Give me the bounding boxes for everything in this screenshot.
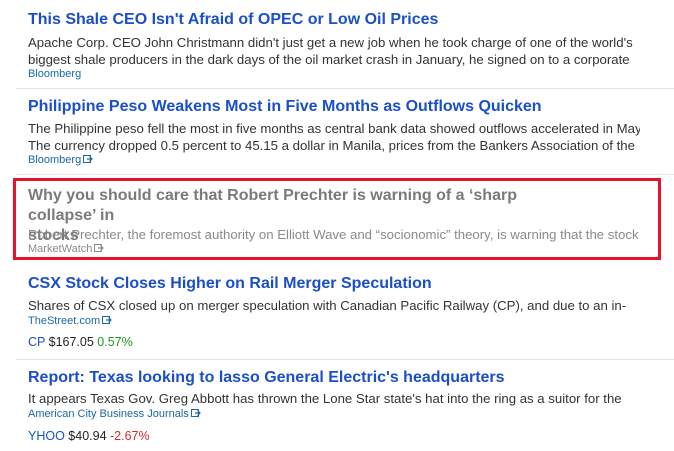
- news-title[interactable]: Philippine Peso Weakens Most in Five Mon…: [28, 97, 650, 117]
- stock-ticker[interactable]: CP: [28, 335, 45, 349]
- news-source[interactable]: Bloomberg: [28, 153, 94, 168]
- news-snippet: Shares of CSX closed up on merger specul…: [28, 297, 640, 314]
- source-label: Bloomberg: [28, 68, 82, 80]
- stock-quote: CP $167.05 0.57%: [28, 334, 133, 350]
- news-source[interactable]: Bloomberg: [28, 67, 81, 81]
- external-link-icon: [83, 154, 94, 168]
- news-title[interactable]: This Shale CEO Isn't Afraid of OPEC or L…: [28, 10, 650, 30]
- stock-change: -2.67%: [110, 429, 150, 443]
- source-label: Bloomberg: [28, 154, 82, 166]
- snippet-line: Shares of CSX closed up on merger specul…: [28, 298, 627, 313]
- source-label: TheStreet.com: [28, 315, 101, 327]
- snippet-line: The currency dropped 0.5 percent to 45.1…: [28, 138, 635, 153]
- snippet-line: biggest shale producers in the dark days…: [28, 52, 630, 67]
- stock-change: 0.57%: [97, 335, 133, 349]
- divider: [16, 359, 674, 360]
- stock-ticker[interactable]: YHOO: [28, 429, 65, 443]
- snippet-line: The Philippine peso fell the most in fiv…: [28, 121, 640, 136]
- snippet-line: It appears Texas Gov. Greg Abbott has th…: [28, 391, 622, 406]
- stock-price: $167.05: [48, 335, 94, 349]
- news-snippet: The Philippine peso fell the most in fiv…: [28, 120, 640, 154]
- news-source[interactable]: TheStreet.com: [28, 314, 112, 329]
- stock-price: $40.94: [68, 429, 107, 443]
- stock-quote: YHOO $40.94 -2.67%: [28, 428, 150, 444]
- external-link-icon: [102, 315, 112, 329]
- source-label: American City Business Journals: [28, 408, 189, 420]
- divider: [16, 174, 674, 175]
- news-snippet: It appears Texas Gov. Greg Abbott has th…: [28, 390, 640, 407]
- highlight-box: [13, 178, 661, 260]
- news-title[interactable]: CSX Stock Closes Higher on Rail Merger S…: [28, 274, 650, 294]
- divider: [16, 88, 674, 89]
- news-snippet: Apache Corp. CEO John Christmann didn't …: [28, 34, 640, 68]
- snippet-line: Apache Corp. CEO John Christmann didn't …: [28, 35, 633, 50]
- external-link-icon: [190, 408, 201, 422]
- news-title[interactable]: Report: Texas looking to lasso General E…: [28, 368, 650, 388]
- news-source[interactable]: American City Business Journals: [28, 407, 201, 422]
